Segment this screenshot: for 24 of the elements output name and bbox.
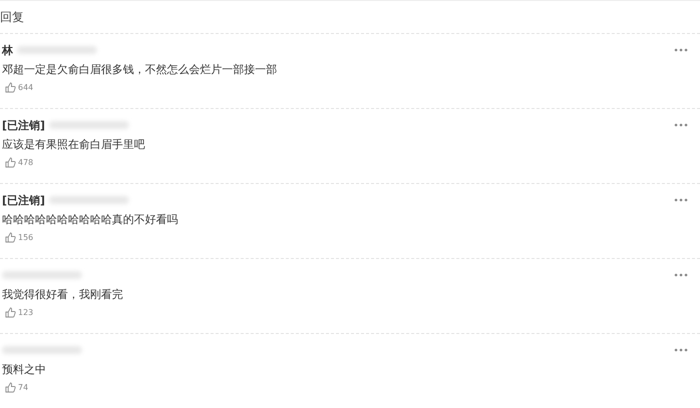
like-count: 156 — [18, 233, 34, 242]
username[interactable]: 林 — [2, 42, 13, 58]
like-count: 74 — [18, 383, 28, 392]
section-title: 回复 — [0, 8, 24, 26]
thumbs-up-icon[interactable] — [5, 157, 16, 168]
comment-text: 预料之中 — [2, 362, 47, 377]
thumbs-up-icon[interactable] — [5, 82, 16, 93]
thumbs-up-icon[interactable] — [5, 232, 16, 243]
comment-text: 邓超一定是欠俞白眉很多钱，不然怎么会烂片一部接一部 — [2, 62, 278, 77]
like-count: 123 — [18, 308, 34, 317]
more-icon[interactable] — [674, 123, 688, 127]
more-icon[interactable] — [674, 273, 688, 277]
comment-text: 我觉得很好看，我刚看完 — [2, 287, 124, 302]
like-count: 478 — [18, 158, 34, 167]
like-count: 644 — [18, 83, 34, 92]
more-icon[interactable] — [674, 48, 688, 52]
more-icon[interactable] — [674, 348, 688, 352]
username[interactable]: [已注销] — [2, 118, 46, 132]
thumbs-up-icon[interactable] — [5, 307, 16, 318]
thumbs-up-icon[interactable] — [5, 382, 16, 393]
username[interactable]: [已注销] — [2, 192, 46, 208]
comment-text: 哈哈哈哈哈哈哈哈哈哈真的不好看吗 — [2, 212, 179, 227]
more-icon[interactable] — [674, 198, 688, 202]
comment-text: 应该是有果照在俞白眉手里吧 — [2, 137, 146, 152]
